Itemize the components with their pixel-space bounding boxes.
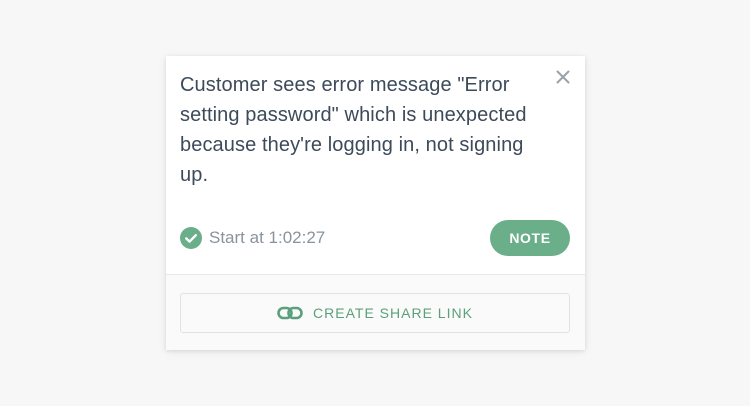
card-footer: CREATE SHARE LINK: [166, 275, 585, 350]
note-button[interactable]: NOTE: [490, 220, 570, 256]
create-share-link-button[interactable]: CREATE SHARE LINK: [180, 293, 570, 333]
note-text: Customer sees error message "Error setti…: [180, 74, 527, 186]
check-circle-icon: [180, 227, 202, 249]
link-icon: [277, 305, 303, 321]
close-button[interactable]: [552, 66, 574, 88]
share-link-label: CREATE SHARE LINK: [313, 305, 473, 321]
timestamp: Start at 1:02:27: [209, 228, 326, 247]
note-card: Customer sees error message "Error setti…: [166, 56, 585, 350]
close-icon: [556, 70, 570, 84]
